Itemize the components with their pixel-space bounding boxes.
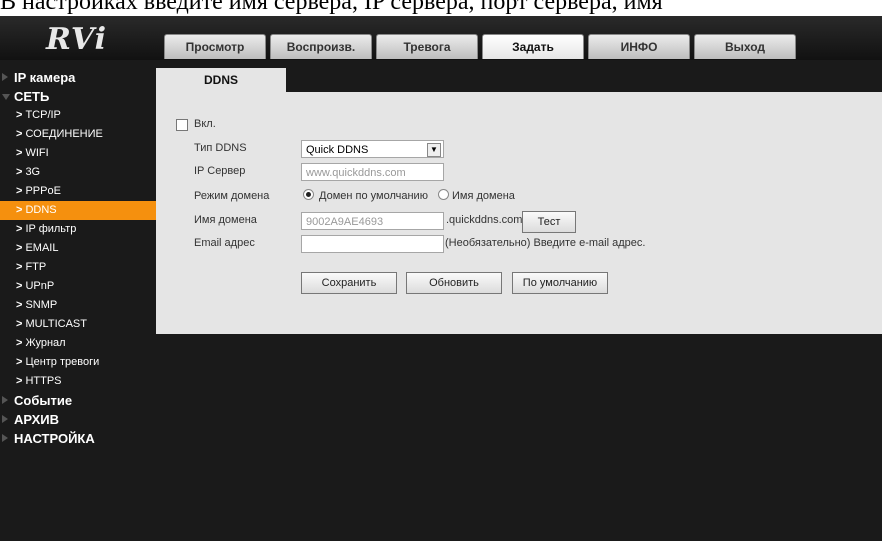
sidebar-item-ftp[interactable]: > FTP xyxy=(0,258,156,277)
sidebar-item-multicast[interactable]: > MULTICAST xyxy=(0,315,156,334)
chevron-right-icon: > xyxy=(16,299,23,311)
sidebar-item-3g[interactable]: >3G xyxy=(0,163,156,182)
ddns-type-label: Тип DDNS xyxy=(194,142,247,154)
tab-playback[interactable]: Воспроизв. xyxy=(270,34,372,59)
tab-view[interactable]: Просмотр xyxy=(164,34,266,59)
enable-checkbox[interactable] xyxy=(176,119,188,131)
expanded-triangle-icon xyxy=(2,94,10,100)
test-button[interactable]: Тест xyxy=(522,211,576,233)
chevron-right-icon: > xyxy=(16,337,23,349)
domain-mode-label: Режим домена xyxy=(194,190,270,202)
chevron-right-icon: > xyxy=(16,109,23,121)
sidebar-item-log[interactable]: > Журнал xyxy=(0,334,156,353)
sidebar-item-settings[interactable]: НАСТРОЙКА xyxy=(0,429,156,448)
email-hint: (Необязательно) Введите e-mail адрес. xyxy=(445,237,646,249)
sidebar: IP камера СЕТЬ > TCP/IP > СОЕДИНЕНИЕ > WIFI… xyxy=(0,68,156,448)
collapsed-triangle-icon xyxy=(2,73,8,81)
chevron-right-icon: > xyxy=(16,166,23,178)
domain-name-radio[interactable] xyxy=(438,189,449,200)
sidebar-item-pppoe[interactable]: > PPPoE xyxy=(0,182,156,201)
domain-name-label: Имя домена xyxy=(194,214,257,226)
collapsed-triangle-icon xyxy=(2,434,8,442)
sidebar-item-label: TCP/IP xyxy=(25,109,61,121)
sidebar-item-label: СЕТЬ xyxy=(14,89,50,104)
chevron-right-icon: > xyxy=(16,318,23,330)
domain-name-input[interactable]: 9002A9AE4693 xyxy=(301,212,444,230)
sidebar-item-network[interactable]: СЕТЬ xyxy=(0,87,156,106)
sidebar-item-connection[interactable]: > СОЕДИНЕНИЕ xyxy=(0,125,156,144)
chevron-right-icon: > xyxy=(16,223,23,235)
ddns-type-value: Quick DDNS xyxy=(306,144,369,156)
sidebar-item-label: Событие xyxy=(14,393,73,408)
sidebar-item-archive[interactable]: АРХИВ xyxy=(0,410,156,429)
tab-alarm[interactable]: Тревога xyxy=(376,34,478,59)
sidebar-item-ip-camera[interactable]: IP камера xyxy=(0,68,156,87)
sidebar-item-tcpip[interactable]: > TCP/IP xyxy=(0,106,156,125)
save-button[interactable]: Сохранить xyxy=(301,272,397,294)
enable-label: Вкл. xyxy=(194,118,216,130)
chevron-right-icon: > xyxy=(16,280,23,292)
chevron-right-icon: > xyxy=(16,375,23,387)
email-input[interactable] xyxy=(301,235,444,253)
sidebar-item-event[interactable]: Событие xyxy=(0,391,156,410)
sidebar-item-label: PPPoE xyxy=(25,185,61,197)
sidebar-item-label: IP фильтр xyxy=(25,223,77,235)
ddns-type-select[interactable]: Quick DDNS ▼ xyxy=(301,140,444,158)
chevron-right-icon: > xyxy=(16,242,23,254)
domain-name-option-label: Имя домена xyxy=(452,190,515,202)
sidebar-item-label: DDNS xyxy=(25,204,57,216)
collapsed-triangle-icon xyxy=(2,396,8,404)
sidebar-item-label: СОЕДИНЕНИЕ xyxy=(25,128,103,140)
chevron-right-icon: > xyxy=(16,261,23,273)
sidebar-item-label: MULTICAST xyxy=(25,318,87,330)
sidebar-item-email[interactable]: > EMAIL xyxy=(0,239,156,258)
tab-logout[interactable]: Выход xyxy=(694,34,796,59)
rvi-logo: RVi xyxy=(46,22,108,57)
sidebar-item-label: WIFI xyxy=(25,147,49,159)
domain-default-label: Домен по умолчанию xyxy=(319,190,428,202)
sidebar-item-label: EMAIL xyxy=(25,242,59,254)
chevron-right-icon: > xyxy=(16,147,23,159)
sidebar-item-label: Центр тревоги xyxy=(25,356,100,368)
sidebar-item-label: SNMP xyxy=(25,299,58,311)
sidebar-item-label: 3G xyxy=(25,166,41,178)
ddns-panel: DDNS Вкл. Тип DDNS Quick DDNS ▼ IP Серве… xyxy=(156,68,882,334)
app-window: RVi Просмотр Воспроизв. Тревога Задать И… xyxy=(0,16,882,541)
email-label: Email адрес xyxy=(194,237,255,249)
sidebar-item-upnp[interactable]: > UPnP xyxy=(0,277,156,296)
chevron-right-icon: > xyxy=(16,356,23,368)
domain-suffix: .quickddns.com xyxy=(446,214,523,226)
chevron-right-icon: > xyxy=(16,204,23,216)
tab-setup[interactable]: Задать xyxy=(482,34,584,59)
domain-default-radio[interactable] xyxy=(303,189,314,200)
refresh-button[interactable]: Обновить xyxy=(406,272,502,294)
tab-info[interactable]: ИНФО xyxy=(588,34,690,59)
ip-server-input[interactable]: www.quickddns.com xyxy=(301,163,444,181)
tab-ddns[interactable]: DDNS xyxy=(156,68,286,93)
top-bar: RVi Просмотр Воспроизв. Тревога Задать И… xyxy=(0,16,882,60)
sidebar-item-label: UPnP xyxy=(25,280,55,292)
sidebar-item-wifi[interactable]: > WIFI xyxy=(0,144,156,163)
sidebar-item-label: HTTPS xyxy=(25,375,62,387)
default-button[interactable]: По умолчанию xyxy=(512,272,608,294)
sidebar-item-label: АРХИВ xyxy=(14,412,59,427)
sidebar-item-ddns[interactable]: > DDNS xyxy=(0,201,156,220)
sidebar-item-label: Журнал xyxy=(25,337,66,349)
dropdown-arrow-icon: ▼ xyxy=(427,143,441,157)
sidebar-item-https[interactable]: > HTTPS xyxy=(0,372,156,391)
chevron-right-icon: > xyxy=(16,185,23,197)
sidebar-item-label: FTP xyxy=(25,261,47,273)
sidebar-item-label: НАСТРОЙКА xyxy=(14,431,95,446)
sidebar-item-alarm-center[interactable]: > Центр тревоги xyxy=(0,353,156,372)
ip-server-label: IP Сервер xyxy=(194,165,246,177)
sidebar-item-snmp[interactable]: > SNMP xyxy=(0,296,156,315)
sidebar-item-ip-filter[interactable]: > IP фильтр xyxy=(0,220,156,239)
collapsed-triangle-icon xyxy=(2,415,8,423)
main-tabs: Просмотр Воспроизв. Тревога Задать ИНФО … xyxy=(164,34,796,60)
sidebar-item-label: IP камера xyxy=(14,70,76,85)
chevron-right-icon: > xyxy=(16,128,23,140)
